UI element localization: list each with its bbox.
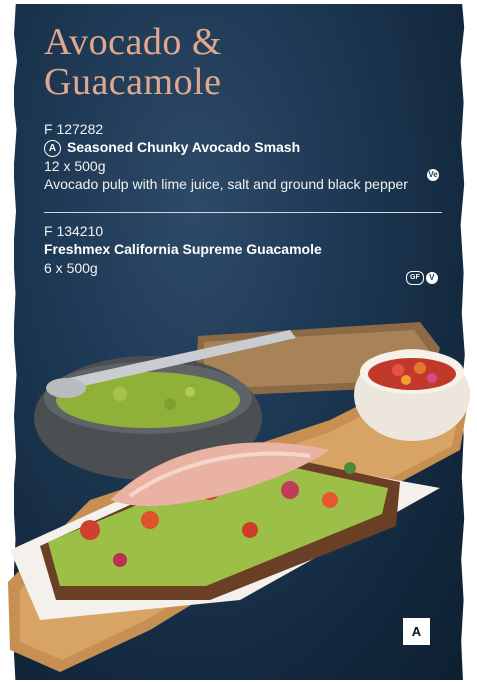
corner-label: A [403, 618, 430, 645]
diet-icons-1: Ve [427, 169, 439, 181]
catalog-page: Avocado & Guacamole F 127282 A Seasoned C… [0, 0, 477, 682]
product-code: F 127282 [44, 121, 104, 137]
product-divider [44, 212, 442, 213]
circled-a-badge: A [44, 140, 61, 157]
vegan-icon: Ve [427, 169, 439, 181]
title-line-1: Avocado & [44, 21, 222, 63]
pack-size: 6 x 500g [44, 260, 98, 276]
product-description: Avocado pulp with lime juice, salt and g… [44, 176, 408, 192]
product-code: F 134210 [44, 223, 104, 239]
page-title: Avocado & Guacamole [44, 22, 222, 102]
diet-icons-2: GF V [406, 271, 438, 285]
product-name-row: A Seasoned Chunky Avocado Smash [44, 138, 408, 157]
pack-size: 12 x 500g [44, 158, 106, 174]
product-name: Seasoned Chunky Avocado Smash [67, 139, 301, 155]
product-name: Freshmex California Supreme Guacamole [44, 241, 322, 257]
vegetarian-icon: V [425, 272, 438, 284]
product-entry-1: F 127282 A Seasoned Chunky Avocado Smash … [44, 120, 408, 193]
gluten-free-icon: GF [406, 271, 424, 285]
product-entry-2: F 134210 Freshmex California Supreme Gua… [44, 222, 322, 277]
title-line-2: Guacamole [44, 61, 222, 103]
